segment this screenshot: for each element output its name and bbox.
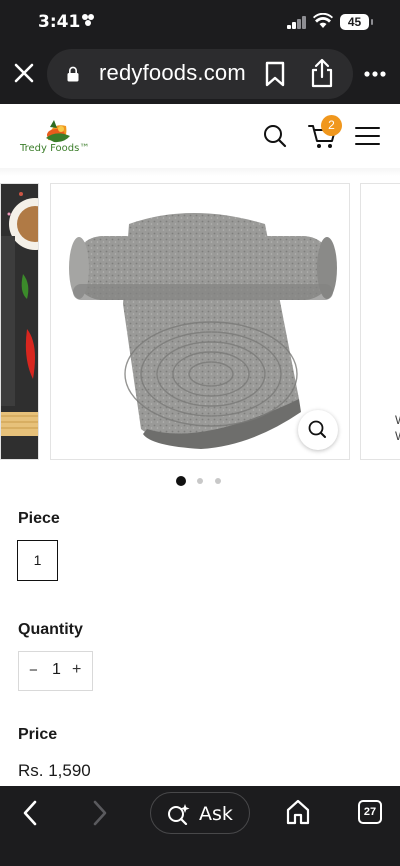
status-bar: 3:41 45 <box>0 0 400 46</box>
quantity-value[interactable]: 1 <box>52 661 61 679</box>
price-value: Rs. 1,590 <box>18 761 91 780</box>
pagination-dot[interactable] <box>197 478 203 484</box>
quantity-decrease-button[interactable]: − <box>29 662 38 679</box>
url-text: redyfoods.com <box>99 60 246 85</box>
logo-icon <box>46 120 70 143</box>
lock-icon <box>67 66 79 82</box>
cart-count-badge: 2 <box>321 115 342 136</box>
quantity-label: Quantity <box>18 621 83 638</box>
browser-toolbar: redyfoods.com <box>0 46 400 104</box>
ai-search-icon <box>167 803 191 826</box>
piece-label: Piece <box>18 510 60 527</box>
hamburger-menu-icon[interactable] <box>355 126 380 146</box>
close-icon[interactable] <box>12 61 36 85</box>
search-icon[interactable] <box>263 124 287 148</box>
tabs-count-button[interactable]: 27 <box>358 800 382 824</box>
zoom-icon <box>308 420 326 438</box>
ask-button[interactable]: Ask <box>150 792 250 834</box>
forward-icon[interactable] <box>90 799 110 827</box>
price-label: Price <box>18 726 58 743</box>
battery-tip <box>371 19 373 25</box>
pagination-dot[interactable] <box>215 478 221 484</box>
gallery-slide-next[interactable]: W W <box>360 183 400 460</box>
piece-option-button[interactable]: 1 <box>17 540 58 581</box>
ask-label: Ask <box>199 803 233 825</box>
wifi-icon <box>313 12 333 34</box>
focus-icon <box>81 13 95 30</box>
product-gallery[interactable]: W W <box>0 183 400 463</box>
header-divider <box>0 168 400 176</box>
address-bar[interactable]: redyfoods.com <box>47 49 353 99</box>
cellular-signal-icon <box>287 16 307 29</box>
back-icon[interactable] <box>20 799 40 827</box>
previous-slide-image <box>1 184 38 459</box>
share-icon[interactable] <box>310 58 334 88</box>
pagination-dot-active[interactable] <box>176 476 186 486</box>
status-time: 3:41 <box>38 12 81 32</box>
bookmark-icon[interactable] <box>263 61 287 87</box>
zoom-button[interactable] <box>298 410 338 450</box>
gallery-slide-previous[interactable] <box>0 183 39 460</box>
site-logo[interactable]: Tredy Foods™ <box>20 116 94 160</box>
quantity-increase-button[interactable]: + <box>72 661 81 679</box>
site-header: Tredy Foods™ 2 <box>0 104 400 168</box>
home-icon[interactable] <box>286 799 310 825</box>
quantity-stepper: − 1 + <box>18 651 93 691</box>
browser-bottom-toolbar: Ask 27 <box>0 786 400 866</box>
more-options-icon[interactable] <box>364 66 386 77</box>
logo-text: Tredy Foods™ <box>20 143 90 154</box>
battery-indicator: 45 <box>340 14 369 30</box>
next-slide-text: W W <box>395 412 400 444</box>
